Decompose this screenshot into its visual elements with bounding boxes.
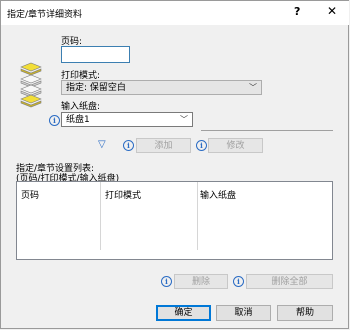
delete-button[interactable]: 删除 xyxy=(174,274,228,289)
settings-list[interactable]: 页码 打印模式 输入纸盘 xyxy=(16,181,333,260)
down-arrow-icon: ▽ xyxy=(98,139,106,150)
window-title: 指定/章节详细资料 xyxy=(7,10,83,20)
help-button[interactable]: 帮助 xyxy=(277,305,333,321)
column-divider xyxy=(197,182,198,250)
info-icon[interactable]: i xyxy=(161,276,172,287)
print-mode-select[interactable]: 指定: 保留空白 ﹀ xyxy=(61,80,262,95)
column-divider xyxy=(100,182,101,250)
info-icon[interactable]: i xyxy=(123,140,134,151)
title-bar: 指定/章节详细资料 ? ✕ xyxy=(1,1,349,25)
dialog-window: 指定/章节详细资料 ? ✕ 页码: 打印模式: 指定: 保留空白 ﹀ 输入纸盘:… xyxy=(0,0,349,329)
separator-line xyxy=(201,130,333,131)
print-mode-value: 指定: 保留空白 xyxy=(66,83,126,93)
input-tray-value: 纸盘1 xyxy=(66,115,90,125)
close-button[interactable]: ✕ xyxy=(327,4,337,18)
ok-button[interactable]: 确定 xyxy=(156,305,211,321)
paper-stack-icon xyxy=(20,62,42,108)
modify-button[interactable]: 修改 xyxy=(208,138,263,153)
column-header-page[interactable]: 页码 xyxy=(21,188,39,201)
help-title-button[interactable]: ? xyxy=(294,5,300,18)
cancel-button[interactable]: 取消 xyxy=(216,305,271,321)
column-header-input-tray[interactable]: 输入纸盘 xyxy=(200,188,236,201)
column-header-print-mode[interactable]: 打印模式 xyxy=(105,188,141,201)
input-tray-label: 输入纸盘: xyxy=(61,102,101,112)
chevron-down-icon: ﹀ xyxy=(249,83,257,92)
info-icon[interactable]: i xyxy=(196,140,207,151)
chevron-down-icon: ﹀ xyxy=(180,115,188,124)
add-button[interactable]: 添加 xyxy=(136,138,191,153)
page-input[interactable] xyxy=(61,46,130,63)
info-icon[interactable]: i xyxy=(233,276,244,287)
info-icon[interactable]: i xyxy=(49,115,60,126)
input-tray-select[interactable]: 纸盘1 ﹀ xyxy=(61,112,193,127)
delete-all-button[interactable]: 删除全部 xyxy=(246,274,333,289)
